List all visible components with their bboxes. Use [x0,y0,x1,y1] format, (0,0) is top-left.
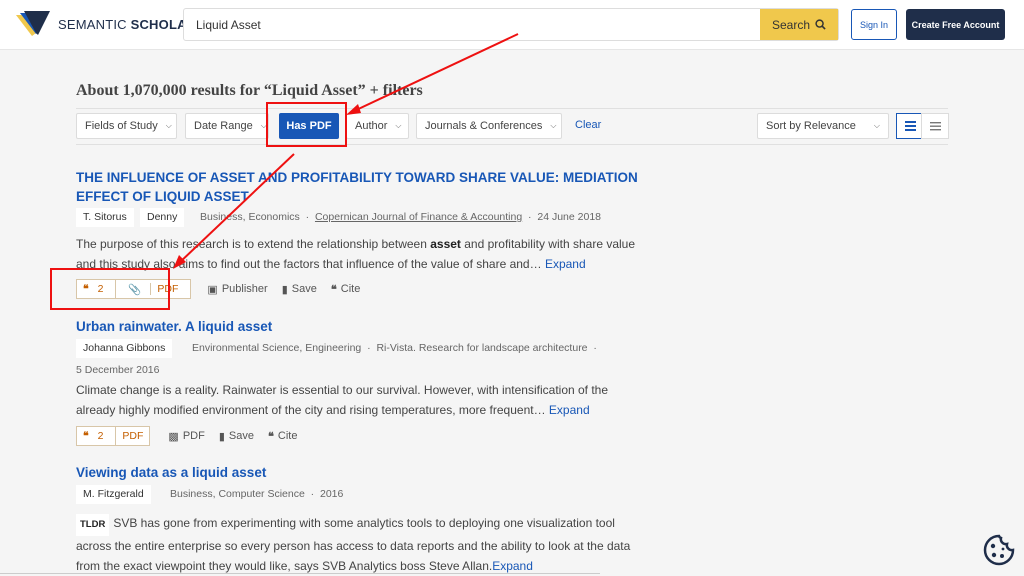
bottom-divider [0,573,600,574]
annotation-arrowhead-1 [346,104,361,115]
annotation-arrow-2 [177,153,295,265]
annotation-arrow-1 [351,33,519,113]
cookie-settings-icon[interactable] [982,533,1016,567]
annotation-arrows [173,33,519,269]
